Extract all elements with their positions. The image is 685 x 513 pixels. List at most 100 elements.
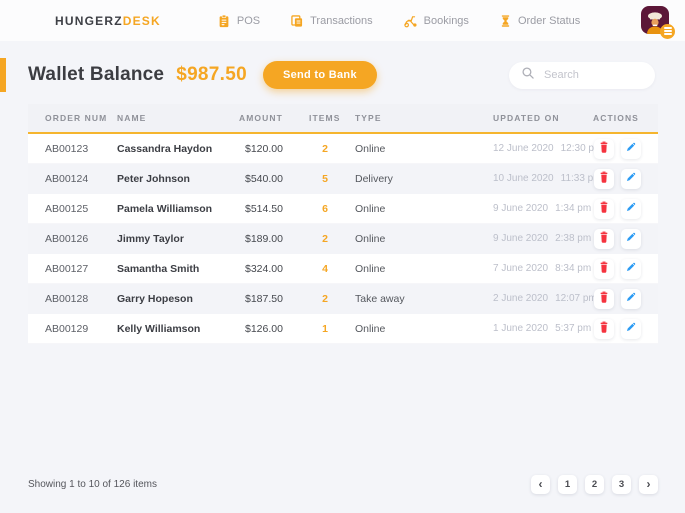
order-num-cell: AB00125 <box>45 202 89 215</box>
items-count-cell: 4 <box>322 262 328 275</box>
pagination-prev-button[interactable]: ‹ <box>531 475 550 494</box>
nav-item-label: Bookings <box>423 14 469 27</box>
updated-date: 10 June 2020 <box>493 173 554 184</box>
table-row[interactable]: AB00126 Jimmy Taylor $189.00 2 Online 9 … <box>28 224 658 254</box>
order-num-cell: AB00126 <box>45 232 89 245</box>
row-actions <box>593 258 641 279</box>
items-count-cell: 2 <box>322 292 328 305</box>
column-header-order-num: ORDER NUM <box>45 113 108 123</box>
nav-item-label: Transactions <box>310 14 373 27</box>
delete-button[interactable] <box>594 288 614 309</box>
page-title: Wallet Balance <box>28 64 165 85</box>
accent-bar <box>0 58 6 92</box>
order-type-cell: Online <box>355 232 386 245</box>
order-num-cell: AB00127 <box>45 262 89 275</box>
brand-secondary: DESK <box>122 13 161 28</box>
delete-button[interactable] <box>594 198 614 219</box>
updated-on-cell: 9 June 2020 1:34 pm <box>493 203 593 214</box>
customer-name-cell: Cassandra Haydon <box>117 142 213 155</box>
table-row[interactable]: AB00125 Pamela Williamson $514.50 6 Onli… <box>28 194 658 224</box>
search-box[interactable] <box>509 61 655 89</box>
edit-button[interactable] <box>621 258 641 279</box>
pagination-page-button[interactable]: 1 <box>558 475 577 494</box>
amount-cell: $120.00 <box>245 142 283 155</box>
pencil-icon <box>625 261 637 276</box>
edit-button[interactable] <box>621 318 641 339</box>
items-count-cell: 2 <box>322 142 328 155</box>
column-header-name: NAME <box>117 113 147 123</box>
edit-button[interactable] <box>621 168 641 189</box>
row-actions <box>593 288 641 309</box>
items-count-cell: 5 <box>322 172 328 185</box>
top-navbar: HUNGERZDESK POS Transactions Bookings Or… <box>0 0 685 41</box>
customer-name-cell: Garry Hopeson <box>117 292 193 305</box>
delete-button[interactable] <box>594 138 614 159</box>
column-header-items: ITEMS <box>309 113 341 123</box>
customer-name-cell: Kelly Williamson <box>117 322 201 335</box>
nav-menu: POS Transactions Bookings Order Status <box>217 14 580 28</box>
column-header-updated-on: UPDATED ON <box>493 113 560 123</box>
updated-on-cell: 2 June 2020 12:07 pm <box>493 293 597 304</box>
updated-date: 2 June 2020 <box>493 293 549 304</box>
order-type-cell: Online <box>355 202 386 215</box>
updated-date: 12 June 2020 <box>493 143 554 154</box>
updated-date: 9 June 2020 <box>493 203 549 214</box>
updated-on-cell: 1 June 2020 5:37 pm <box>493 323 593 334</box>
edit-button[interactable] <box>621 138 641 159</box>
order-type-cell: Delivery <box>355 172 393 185</box>
order-type-cell: Take away <box>355 292 405 305</box>
send-to-bank-button[interactable]: Send to Bank <box>262 61 377 89</box>
nav-item-transactions[interactable]: Transactions <box>290 14 373 28</box>
table-body: AB00123 Cassandra Haydon $120.00 2 Onlin… <box>28 134 658 344</box>
delete-button[interactable] <box>594 168 614 189</box>
customer-name-cell: Pamela Williamson <box>117 202 213 215</box>
brand-logo[interactable]: HUNGERZDESK <box>55 14 161 28</box>
user-avatar[interactable] <box>641 5 675 39</box>
table-row[interactable]: AB00129 Kelly Williamson $126.00 1 Onlin… <box>28 314 658 344</box>
trash-icon <box>598 261 610 277</box>
showing-items-text: Showing 1 to 10 of 126 items <box>28 479 157 490</box>
chevron-right-icon: › <box>646 477 651 491</box>
customer-name-cell: Samantha Smith <box>117 262 200 275</box>
delete-button[interactable] <box>594 228 614 249</box>
edit-button[interactable] <box>621 288 641 309</box>
brand-primary: HUNGERZ <box>55 13 123 28</box>
table-row[interactable]: AB00124 Peter Johnson $540.00 5 Delivery… <box>28 164 658 194</box>
column-header-actions: ACTIONS <box>593 113 639 123</box>
nav-item-label: POS <box>236 14 261 27</box>
edit-button[interactable] <box>621 228 641 249</box>
search-input[interactable] <box>544 69 645 81</box>
table-header-row: ORDER NUM NAME AMOUNT ITEMS TYPE UPDATED… <box>28 104 658 134</box>
order-num-cell: AB00129 <box>45 322 89 335</box>
row-actions <box>593 138 641 159</box>
order-num-cell: AB00123 <box>45 142 89 155</box>
trash-icon <box>598 171 610 187</box>
customer-name-cell: Jimmy Taylor <box>117 232 184 245</box>
wallet-balance-amount: $987.50 <box>176 64 247 85</box>
delete-button[interactable] <box>594 318 614 339</box>
table-row[interactable]: AB00123 Cassandra Haydon $120.00 2 Onlin… <box>28 134 658 164</box>
amount-cell: $324.00 <box>245 262 283 275</box>
nav-item-bookings[interactable]: Bookings <box>403 14 469 28</box>
nav-item-pos[interactable]: POS <box>217 14 260 28</box>
row-actions <box>593 168 641 189</box>
edit-button[interactable] <box>621 198 641 219</box>
table-footer: Showing 1 to 10 of 126 items ‹ 123 › <box>0 475 685 494</box>
pagination-page-button[interactable]: 3 <box>612 475 631 494</box>
items-count-cell: 2 <box>322 232 328 245</box>
order-type-cell: Online <box>355 262 386 275</box>
pencil-icon <box>625 321 637 336</box>
nav-item-label: Order Status <box>517 14 581 27</box>
row-actions <box>593 228 641 249</box>
page-header: Wallet Balance $987.50 Send to Bank <box>0 53 685 97</box>
items-count-cell: 1 <box>322 322 328 335</box>
table-row[interactable]: AB00128 Garry Hopeson $187.50 2 Take awa… <box>28 284 658 314</box>
delete-button[interactable] <box>594 258 614 279</box>
updated-date: 7 June 2020 <box>493 263 549 274</box>
amount-cell: $126.00 <box>245 322 283 335</box>
table-row[interactable]: AB00127 Samantha Smith $324.00 4 Online … <box>28 254 658 284</box>
pagination-next-button[interactable]: › <box>639 475 658 494</box>
nav-item-order-status[interactable]: Order Status <box>499 14 580 28</box>
hamburger-menu-icon[interactable] <box>660 23 675 39</box>
pagination-page-button[interactable]: 2 <box>585 475 604 494</box>
